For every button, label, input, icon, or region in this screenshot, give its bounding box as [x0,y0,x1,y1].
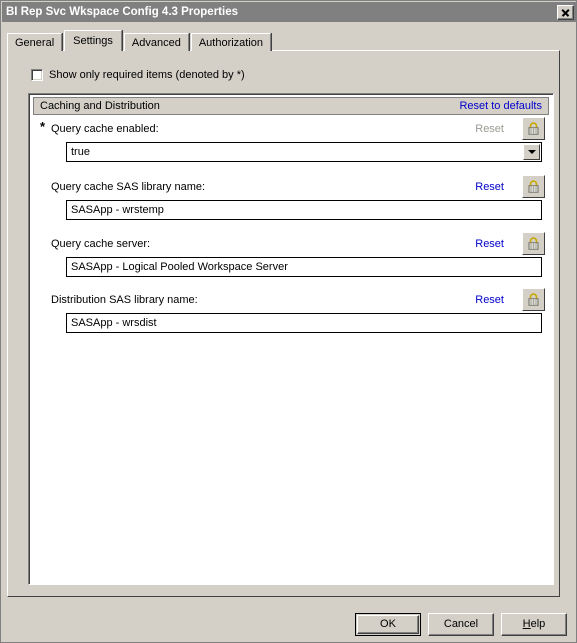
field-label: Query cache SAS library name: [51,181,206,193]
combobox-value: true [71,146,90,158]
field-query-cache-enabled: * Query cache enabled: Reset true [29,117,553,162]
field-query-cache-server: Query cache server: Reset SASApp - Logic… [29,232,553,277]
tab-advanced-label: Advanced [131,37,181,49]
tab-authorization-label: Authorization [198,37,264,49]
properties-dialog-window: BI Rep Svc Wkspace Config 4.3 Properties… [0,0,577,643]
dialog-button-bar: OK Cancel Help [1,605,576,642]
input-value: SASApp - wrstemp [71,204,164,216]
field-label-row: * Query cache enabled: Reset [29,117,553,140]
query-cache-enabled-combobox[interactable]: true [66,142,542,162]
reset-link[interactable]: Reset [475,181,504,193]
lock-icon[interactable] [522,288,545,311]
field-label-row: Distribution SAS library name: Reset [29,288,553,311]
field-label: Distribution SAS library name: [51,294,198,306]
titlebar: BI Rep Svc Wkspace Config 4.3 Properties [2,2,576,22]
input-value: SASApp - wrsdist [71,317,157,329]
lock-icon[interactable] [522,175,545,198]
field-query-cache-sas-library-name: Query cache SAS library name: Reset SASA… [29,175,553,220]
group-header-caching-and-distribution: Caching and Distribution Reset to defaul… [33,97,549,115]
help-button-mnemonic: H [522,618,531,630]
field-label: Query cache server: [51,238,151,250]
show-only-required-label: Show only required items (denoted by *) [49,69,245,81]
tab-general[interactable]: General [7,33,63,51]
reset-to-defaults-link[interactable]: Reset to defaults [459,100,542,112]
show-only-required-row: Show only required items (denoted by *) [31,69,245,81]
lock-icon[interactable] [522,232,545,255]
chevron-down-icon[interactable] [523,144,540,160]
help-button[interactable]: Help [501,612,567,636]
ok-button-label: OK [380,618,396,630]
query-cache-sas-library-name-input[interactable]: SASApp - wrstemp [66,200,542,220]
tab-authorization[interactable]: Authorization [190,33,272,51]
input-value: SASApp - Logical Pooled Workspace Server [71,261,288,273]
query-cache-server-input[interactable]: SASApp - Logical Pooled Workspace Server [66,257,542,277]
group-title: Caching and Distribution [40,100,160,112]
cancel-button[interactable]: Cancel [428,612,494,636]
field-label-row: Query cache server: Reset [29,232,553,255]
reset-link[interactable]: Reset [475,294,504,306]
lock-icon[interactable] [522,117,545,140]
reset-link[interactable]: Reset [475,238,504,250]
field-distribution-sas-library-name: Distribution SAS library name: Reset SAS… [29,288,553,333]
cancel-button-label: Cancel [443,618,479,630]
window-title: BI Rep Svc Wkspace Config 4.3 Properties [6,6,238,18]
field-label: Query cache enabled: [51,123,159,135]
show-only-required-checkbox[interactable] [31,69,43,81]
field-label-row: Query cache SAS library name: Reset [29,175,553,198]
help-button-label: elp [530,618,546,630]
tab-settings-label: Settings [73,35,113,47]
distribution-sas-library-name-input[interactable]: SASApp - wrsdist [66,313,542,333]
settings-scroll-area[interactable]: Caching and Distribution Reset to defaul… [28,93,554,585]
ok-button[interactable]: OK [355,612,421,636]
close-icon[interactable] [557,4,574,20]
tab-general-label: General [15,37,55,49]
reset-link[interactable]: Reset [475,123,504,135]
tabstrip: General Settings Advanced Authorization [7,30,567,51]
required-marker-icon: * [40,119,46,134]
tab-advanced[interactable]: Advanced [123,33,189,51]
tab-settings[interactable]: Settings [64,30,122,51]
